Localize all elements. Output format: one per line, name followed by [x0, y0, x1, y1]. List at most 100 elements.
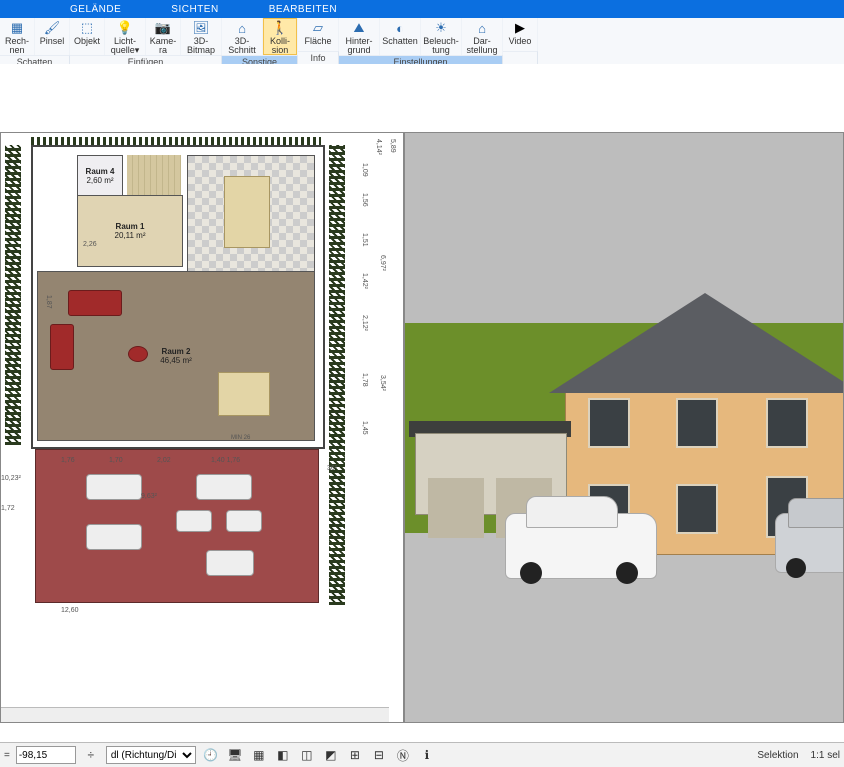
pinsel-button[interactable]: 🖌 Pinsel [35, 18, 70, 55]
schatten-button[interactable]: ◐ Schatten [380, 18, 421, 55]
dim-17: 1,78 [361, 373, 368, 387]
info-icon[interactable]: ℹ [418, 746, 436, 764]
cube-icon[interactable]: ◫ [298, 746, 316, 764]
equals-label: = [4, 750, 10, 761]
dim-19: 1,45 [361, 421, 368, 435]
window-2 [676, 398, 718, 448]
wire-icon[interactable]: ⊞ [346, 746, 364, 764]
building-outline: Raum 4 2,60 m² Raum 1 20,11 m² Raum 3 25… [31, 145, 325, 449]
beleuchtung-button[interactable]: ☀ Beleuch-tung [421, 18, 462, 55]
sofa-1[interactable] [68, 290, 122, 316]
value-input[interactable] [16, 746, 76, 764]
cube2-icon[interactable]: ◩ [322, 746, 340, 764]
wheel-icon [520, 562, 542, 584]
rechnen-button[interactable]: ▦ Rech-nen [0, 18, 35, 55]
darstellung-button[interactable]: ⌂ Dar-stellung [462, 18, 503, 55]
3d-view[interactable] [404, 132, 844, 723]
ribbon-group-einfuegen: ⬚ Objekt 💡 Licht-quelle▾ 📷 Kame-ra 🖼 3D-… [70, 18, 222, 64]
brush-icon: 🖌 [44, 20, 60, 36]
dim-7: 2,02 [157, 457, 171, 464]
beleuchtung-label: Beleuch-tung [423, 37, 459, 55]
room-1[interactable]: Raum 1 20,11 m² [77, 195, 183, 267]
dim-23: MIN 26 [231, 435, 250, 441]
dim-15: 6,97² [379, 255, 386, 271]
kamera-button[interactable]: 📷 Kame-ra [146, 18, 181, 55]
ribbon-group-einstellungen: ⛰ Hinter-grund ◐ Schatten ☀ Beleuch-tung… [339, 18, 503, 64]
dining-table[interactable] [224, 176, 270, 248]
window-3 [766, 398, 808, 448]
room-1-name: Raum 1 [116, 222, 145, 231]
hintergrund-button[interactable]: ⛰ Hinter-grund [339, 18, 380, 55]
grid-icon[interactable]: ▦ [250, 746, 268, 764]
car-plan-3[interactable] [196, 474, 252, 500]
car-cabin-1 [526, 496, 618, 528]
dim-9: 5,89 [389, 139, 396, 153]
video-button[interactable]: ▶ Video [503, 18, 538, 51]
car-plan-1[interactable] [86, 474, 142, 500]
staircase[interactable] [127, 155, 181, 195]
lichtquelle-button[interactable]: 💡 Licht-quelle▾ [105, 18, 146, 55]
monitor-icon[interactable]: 🖥 [226, 746, 244, 764]
bitmap-label: 3D-Bitmap [187, 37, 215, 55]
room-4-area: 2,60 m² [86, 176, 113, 185]
car-plan-4[interactable] [176, 510, 212, 532]
garage-area[interactable] [35, 449, 319, 603]
rechnen-label: Rech-nen [5, 37, 29, 55]
spin-icon[interactable]: ÷ [82, 746, 100, 764]
dim-20: 36² [327, 465, 337, 472]
car-plan-6[interactable] [206, 550, 254, 576]
sofa-2[interactable] [50, 324, 74, 370]
compass-icon[interactable]: Ⓝ [394, 746, 412, 764]
darstellung-label: Dar-stellung [466, 37, 497, 55]
status-bar: = ÷ dl (Richtung/Di 🕘 🖥 ▦ ◧ ◫ ◩ ⊞ ⊟ Ⓝ ℹ … [0, 742, 844, 767]
hintergrund-label: Hinter-grund [345, 37, 372, 55]
room-2-area: 46,45 m² [160, 356, 192, 365]
house-icon: ⌂ [474, 20, 490, 36]
lichtquelle-label: Licht-quelle▾ [111, 37, 140, 55]
dim-13: 1,51 [361, 233, 368, 247]
menu-bearbeiten[interactable]: BEARBEITEN [269, 4, 337, 15]
room-3[interactable]: Raum 3 25,90 m² [187, 155, 315, 273]
car-plan-2[interactable] [86, 524, 142, 550]
dim-6: 1,70 [109, 457, 123, 464]
car-3d-2[interactable] [775, 513, 844, 573]
kollision-button[interactable]: 🚶 Kolli-sion [263, 18, 298, 55]
table-2[interactable] [218, 372, 270, 416]
dim-18: 3,54² [379, 375, 386, 391]
mode-select[interactable]: dl (Richtung/Di [106, 746, 196, 764]
dim-1: 10,23² [1, 475, 21, 482]
dim-2: 1,72 [1, 505, 15, 512]
scrollbar-horizontal[interactable] [1, 707, 389, 722]
3d-bitmap-button[interactable]: 🖼 3D-Bitmap [181, 18, 222, 55]
menu-sichten[interactable]: SICHTEN [171, 4, 218, 15]
background-icon: ⛰ [351, 20, 367, 36]
section-icon: ⌂ [234, 20, 250, 36]
schnitt-label: 3D-Schnitt [228, 37, 256, 55]
shadow-icon: ◐ [392, 20, 408, 36]
ribbon-group-video: ▶ Video [503, 18, 538, 64]
3d-schnitt-button[interactable]: ⌂ 3D-Schnitt [222, 18, 263, 55]
kollision-label: Kolli-sion [270, 37, 290, 55]
menu-gelaende[interactable]: GELÄNDE [70, 4, 121, 15]
clock-icon[interactable]: 🕘 [202, 746, 220, 764]
mesh-icon[interactable]: ⊟ [370, 746, 388, 764]
flaeche-button[interactable]: ▱ Fläche [298, 18, 339, 51]
floorplan-view[interactable]: Raum 4 2,60 m² Raum 1 20,11 m² Raum 3 25… [0, 132, 404, 723]
scale-label: 1:1 sel [811, 750, 840, 761]
room-2[interactable]: Raum 2 46,45 m² [37, 271, 315, 441]
rug-icon[interactable] [128, 346, 148, 362]
object-icon: ⬚ [79, 20, 95, 36]
dim-22: 1,87 [45, 295, 52, 309]
room-1-area: 20,11 m² [115, 231, 146, 240]
house-roof [549, 293, 844, 393]
car-plan-5[interactable] [226, 510, 262, 532]
window-5 [676, 484, 718, 534]
room-4[interactable]: Raum 4 2,60 m² [77, 155, 123, 197]
play-icon: ▶ [512, 20, 528, 36]
layer-icon[interactable]: ◧ [274, 746, 292, 764]
wheel-icon [786, 558, 806, 578]
car-3d-1[interactable] [505, 513, 657, 579]
objekt-button[interactable]: ⬚ Objekt [70, 18, 105, 55]
room-4-name: Raum 4 [86, 167, 115, 176]
dim-10: 4,14² [375, 139, 382, 155]
